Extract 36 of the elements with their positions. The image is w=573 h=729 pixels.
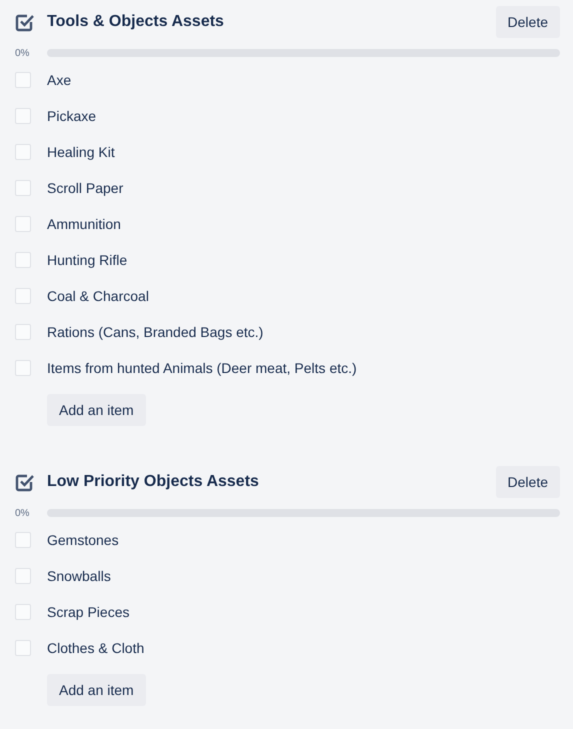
checkbox[interactable]: [15, 216, 31, 232]
checkbox[interactable]: [15, 324, 31, 340]
checkbox[interactable]: [15, 640, 31, 656]
add-item-button[interactable]: Add an item: [47, 674, 146, 706]
checkbox[interactable]: [15, 288, 31, 304]
checklist-item[interactable]: Scroll Paper: [47, 180, 560, 196]
checkbox[interactable]: [15, 604, 31, 620]
progress-percent: 0%: [15, 48, 30, 58]
checkbox[interactable]: [15, 144, 31, 160]
checkbox[interactable]: [15, 180, 31, 196]
checklist-title: Tools & Objects Assets: [47, 13, 225, 31]
checkbox[interactable]: [15, 108, 31, 124]
checklist-item[interactable]: Scrap Pieces: [47, 604, 560, 620]
checklist-icon: [15, 472, 35, 492]
checklist-item[interactable]: Items from hunted Animals (Deer meat, Pelts etc.): [47, 360, 560, 376]
checkbox[interactable]: [15, 532, 31, 548]
checklist-title: Low Priority Objects Assets: [47, 473, 260, 491]
checkbox[interactable]: [15, 568, 31, 584]
checklist-item[interactable]: Clothes & Cloth: [47, 640, 560, 656]
checklist-item[interactable]: Healing Kit: [47, 144, 560, 160]
checklist-item[interactable]: Coal & Charcoal: [47, 288, 560, 304]
checklist-item[interactable]: Gemstones: [47, 532, 560, 548]
checklist-item[interactable]: Hunting Rifle: [47, 252, 560, 268]
checklist-item[interactable]: Rations (Cans, Branded Bags etc.): [47, 324, 560, 340]
checkbox[interactable]: [15, 360, 31, 376]
checklist-item[interactable]: Axe: [47, 72, 560, 88]
checklist-item[interactable]: Ammunition: [47, 216, 560, 232]
delete-button[interactable]: Delete: [496, 466, 560, 498]
checklist-icon: [15, 12, 35, 32]
progress-percent: 0%: [15, 508, 30, 518]
checkbox[interactable]: [15, 72, 31, 88]
add-item-button[interactable]: Add an item: [47, 394, 146, 426]
checkbox[interactable]: [15, 252, 31, 268]
checklist-item[interactable]: Pickaxe: [47, 108, 560, 124]
checklist-item[interactable]: Snowballs: [47, 568, 560, 584]
delete-button[interactable]: Delete: [496, 6, 560, 38]
